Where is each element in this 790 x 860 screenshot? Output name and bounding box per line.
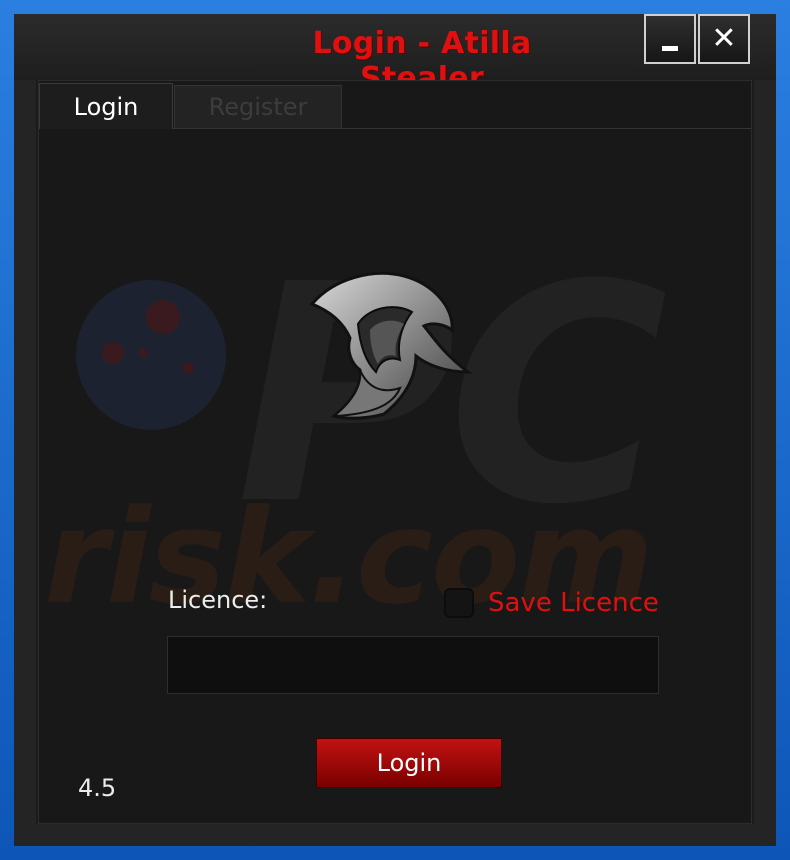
tab-panel: Login Register bbox=[38, 80, 752, 824]
close-button[interactable]: ✕ bbox=[698, 14, 750, 64]
watermark-circle bbox=[76, 280, 226, 430]
close-icon: ✕ bbox=[711, 21, 737, 56]
frame-right bbox=[754, 80, 776, 846]
app-window: Login - Atilla Stealer ✕ Login Register … bbox=[14, 14, 776, 846]
licence-input[interactable] bbox=[167, 636, 659, 694]
save-licence-label[interactable]: Save Licence bbox=[488, 588, 658, 618]
minimize-button[interactable] bbox=[644, 14, 696, 64]
tab-login[interactable]: Login bbox=[39, 83, 173, 129]
login-button[interactable]: Login bbox=[316, 738, 502, 788]
version-label: 4.5 bbox=[78, 774, 117, 802]
licence-label: Licence: bbox=[168, 586, 268, 614]
tab-register[interactable]: Register bbox=[174, 85, 342, 129]
spartan-helmet-icon bbox=[309, 271, 473, 420]
frame-bottom bbox=[14, 824, 776, 846]
watermark-dot bbox=[146, 300, 180, 334]
minimize-icon bbox=[662, 45, 678, 51]
watermark-dot bbox=[138, 348, 148, 358]
save-licence-checkbox[interactable] bbox=[444, 588, 474, 618]
frame-left bbox=[14, 80, 36, 846]
watermark-dot bbox=[182, 362, 194, 374]
watermark-dot bbox=[102, 342, 124, 364]
tab-divider bbox=[173, 128, 751, 129]
title-bar[interactable]: Login - Atilla Stealer ✕ bbox=[14, 14, 776, 96]
